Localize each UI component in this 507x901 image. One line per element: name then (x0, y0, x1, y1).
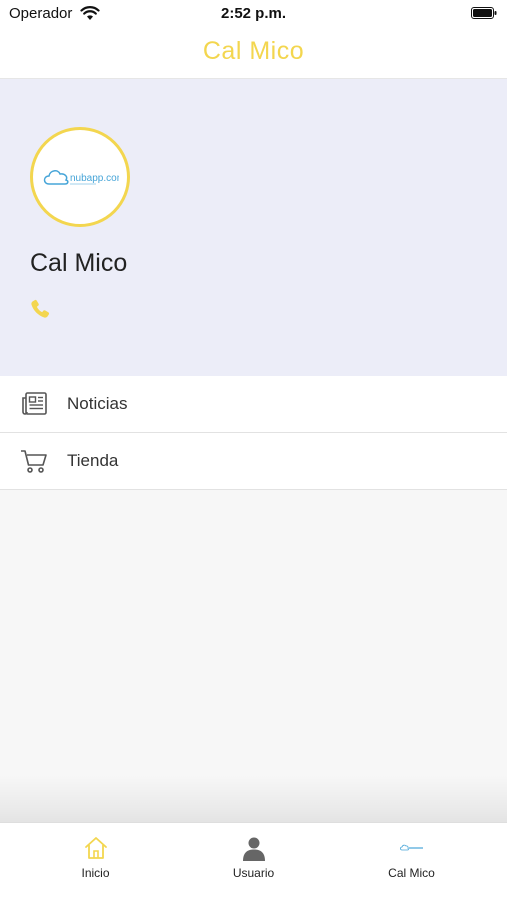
newspaper-icon (22, 392, 47, 415)
logo-text: nubapp.com (70, 173, 119, 184)
tab-cal-mico[interactable]: Cal Mico (327, 823, 496, 901)
user-icon (243, 837, 265, 861)
tab-inicio[interactable]: Inicio (11, 823, 180, 901)
home-icon (85, 837, 107, 859)
tab-label: Inicio (81, 866, 110, 880)
navigation-bar: Cal Mico (0, 28, 507, 79)
tab-bar-shadow (0, 775, 507, 822)
battery-icon (471, 7, 497, 19)
page-title: Cal Mico (202, 37, 305, 65)
menu-item-label: Tienda (67, 451, 119, 470)
phone-icon[interactable] (28, 297, 52, 321)
tab-usuario[interactable]: Usuario (169, 823, 338, 901)
nubapp-logo-icon (400, 844, 423, 851)
menu-item-noticias[interactable]: Noticias (0, 376, 507, 433)
club-name: Cal Mico (30, 249, 128, 277)
profile-header: nubapp.com Cal Mico (0, 79, 507, 376)
nubapp-logo-icon: nubapp.com (43, 170, 119, 185)
menu-list: Noticias Tienda (0, 376, 507, 490)
tab-bar: Inicio Usuario Cal Mico (0, 822, 507, 901)
menu-item-label: Noticias (67, 394, 128, 413)
menu-item-tienda[interactable]: Tienda (0, 433, 507, 490)
status-bar: Operador 2:52 p.m. (0, 0, 507, 28)
status-time: 2:52 p.m. (220, 5, 287, 22)
club-logo: nubapp.com (30, 127, 130, 227)
tab-label: Cal Mico (388, 866, 435, 880)
cart-icon (21, 450, 47, 473)
tab-label: Usuario (232, 866, 275, 880)
